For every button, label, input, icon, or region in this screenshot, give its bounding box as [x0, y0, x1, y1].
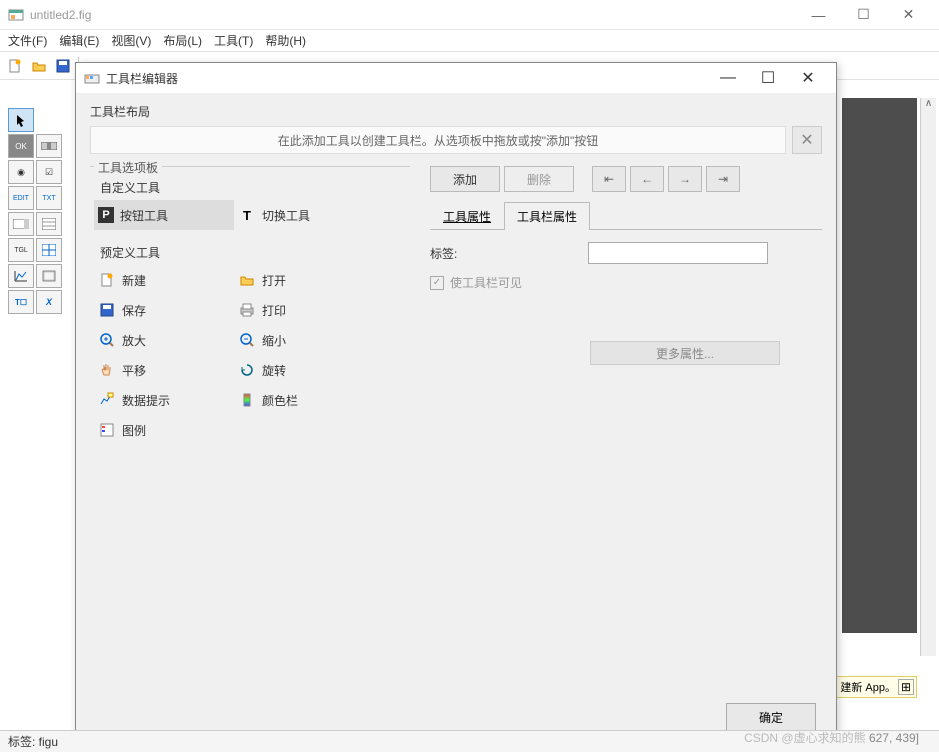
- move-first-icon[interactable]: ⇤: [592, 166, 626, 192]
- ok-button[interactable]: 确定: [726, 703, 816, 731]
- menu-help[interactable]: 帮助(H): [265, 32, 306, 49]
- button-group-icon[interactable]: T☐: [8, 290, 34, 314]
- tab-toolbar-properties[interactable]: 工具栏属性: [504, 202, 590, 230]
- delete-button[interactable]: 删除: [504, 166, 574, 192]
- new-icon: [98, 271, 116, 289]
- dialog-maximize-button[interactable]: ☐: [748, 64, 788, 92]
- vertical-scrollbar[interactable]: ∧: [920, 98, 936, 656]
- menubar: 文件(F) 编辑(E) 视图(V) 布局(L) 工具(T) 帮助(H): [0, 30, 939, 52]
- dialog-icon: [84, 70, 100, 86]
- label-property-label: 标签:: [430, 245, 480, 262]
- tool-item-legend[interactable]: 图例: [94, 415, 234, 445]
- colorbar-icon: [238, 391, 256, 409]
- table-tool-icon[interactable]: [36, 238, 62, 262]
- label-input[interactable]: [588, 242, 768, 264]
- move-right-icon[interactable]: →: [668, 166, 702, 192]
- app-icon: [8, 7, 24, 23]
- dialog-close-button[interactable]: ✕: [788, 64, 828, 92]
- legend-icon: [98, 421, 116, 439]
- tool-item-zoomout[interactable]: 缩小: [234, 325, 374, 355]
- new-file-icon[interactable]: [4, 55, 26, 77]
- property-tabs: 工具属性 工具栏属性: [430, 202, 822, 230]
- radio-tool-icon[interactable]: ◉: [8, 160, 34, 184]
- dialog-titlebar: 工具栏编辑器 — ☐ ✕: [76, 63, 836, 93]
- menu-file[interactable]: 文件(F): [8, 32, 47, 49]
- hint-text: 建新 App。: [840, 679, 896, 695]
- window-title: untitled2.fig: [30, 8, 796, 22]
- add-button[interactable]: 添加: [430, 166, 500, 192]
- tool-palette: OK ◉ ☑ EDIT TXT TGL T☐ X: [8, 108, 68, 314]
- menu-tools[interactable]: 工具(T): [214, 32, 253, 49]
- canvas-area[interactable]: [842, 98, 917, 633]
- tool-item-toggle[interactable]: T 切换工具: [234, 200, 374, 230]
- pan-icon: [98, 361, 116, 379]
- tool-item-colorbar[interactable]: 颜色栏: [234, 385, 374, 415]
- custom-tools-label: 自定义工具: [94, 175, 406, 200]
- open-icon: [238, 271, 256, 289]
- visible-label: 使工具栏可见: [450, 274, 522, 291]
- tool-item-open[interactable]: 打开: [234, 265, 374, 295]
- menu-edit[interactable]: 编辑(E): [59, 32, 99, 49]
- tool-item-zoomin[interactable]: 放大: [94, 325, 234, 355]
- palette-legend: 工具选项板: [94, 159, 162, 176]
- save-file-icon[interactable]: [52, 55, 74, 77]
- tool-item-pan[interactable]: 平移: [94, 355, 234, 385]
- hint-expand-icon[interactable]: ⊞: [898, 679, 914, 695]
- app-hint-banner: 建新 App。 ⊞: [833, 676, 917, 698]
- listbox-tool-icon[interactable]: [36, 212, 62, 236]
- watermark: CSDN @虚心求知的熊 627, 439]: [744, 729, 919, 746]
- text-tool-icon[interactable]: TXT: [36, 186, 62, 210]
- tool-item-rotate[interactable]: 旋转: [234, 355, 374, 385]
- toggle-tool-icon[interactable]: TGL: [8, 238, 34, 262]
- toggle-icon: T: [238, 206, 256, 224]
- maximize-button[interactable]: ☐: [841, 0, 886, 30]
- ok-button-tool-icon[interactable]: OK: [8, 134, 34, 158]
- tool-palette-group: 工具选项板 自定义工具 P 按钮工具 T 切换工具 预定义工具: [90, 166, 410, 453]
- axes-tool-icon[interactable]: [8, 264, 34, 288]
- pushbutton-icon: P: [98, 207, 114, 223]
- dialog-minimize-button[interactable]: —: [708, 64, 748, 92]
- tool-item-new[interactable]: 新建: [94, 265, 234, 295]
- panel-tool-icon[interactable]: [36, 264, 62, 288]
- move-left-icon[interactable]: ←: [630, 166, 664, 192]
- slider-tool-icon[interactable]: [36, 134, 62, 158]
- tool-item-print[interactable]: 打印: [234, 295, 374, 325]
- dialog-title: 工具栏编辑器: [106, 70, 708, 87]
- edit-tool-icon[interactable]: EDIT: [8, 186, 34, 210]
- rotate-icon: [238, 361, 256, 379]
- zoom-in-icon: [98, 331, 116, 349]
- toolbar-editor-dialog: 工具栏编辑器 — ☐ ✕ 工具栏布局 在此添加工具以创建工具栏。从选项板中拖放或…: [75, 62, 837, 742]
- open-file-icon[interactable]: [28, 55, 50, 77]
- menu-view[interactable]: 视图(V): [111, 32, 151, 49]
- layout-clear-button[interactable]: ✕: [792, 126, 822, 154]
- visible-checkbox[interactable]: ✓: [430, 276, 444, 290]
- popup-tool-icon[interactable]: [8, 212, 34, 236]
- main-titlebar: untitled2.fig — ☐ ✕: [0, 0, 939, 30]
- tool-item-pushbutton[interactable]: P 按钮工具: [94, 200, 234, 230]
- layout-drop-area[interactable]: 在此添加工具以创建工具栏。从选项板中拖放或按"添加"按钮: [90, 126, 786, 154]
- status-label: 标签: figu: [8, 733, 58, 750]
- close-button[interactable]: ✕: [886, 0, 931, 30]
- layout-section-label: 工具栏布局: [90, 103, 822, 120]
- zoom-out-icon: [238, 331, 256, 349]
- predef-tools-label: 预定义工具: [94, 240, 406, 265]
- save-icon: [98, 301, 116, 319]
- tool-item-datatip[interactable]: 数据提示: [94, 385, 234, 415]
- move-last-icon[interactable]: ⇥: [706, 166, 740, 192]
- pointer-tool-icon[interactable]: [8, 108, 34, 132]
- tab-tool-properties[interactable]: 工具属性: [430, 202, 504, 230]
- tool-item-save[interactable]: 保存: [94, 295, 234, 325]
- print-icon: [238, 301, 256, 319]
- checkbox-tool-icon[interactable]: ☑: [36, 160, 62, 184]
- minimize-button[interactable]: —: [796, 0, 841, 30]
- datatip-icon: [98, 391, 116, 409]
- activex-tool-icon[interactable]: X: [36, 290, 62, 314]
- menu-layout[interactable]: 布局(L): [163, 32, 202, 49]
- more-properties-button[interactable]: 更多属性...: [590, 341, 780, 365]
